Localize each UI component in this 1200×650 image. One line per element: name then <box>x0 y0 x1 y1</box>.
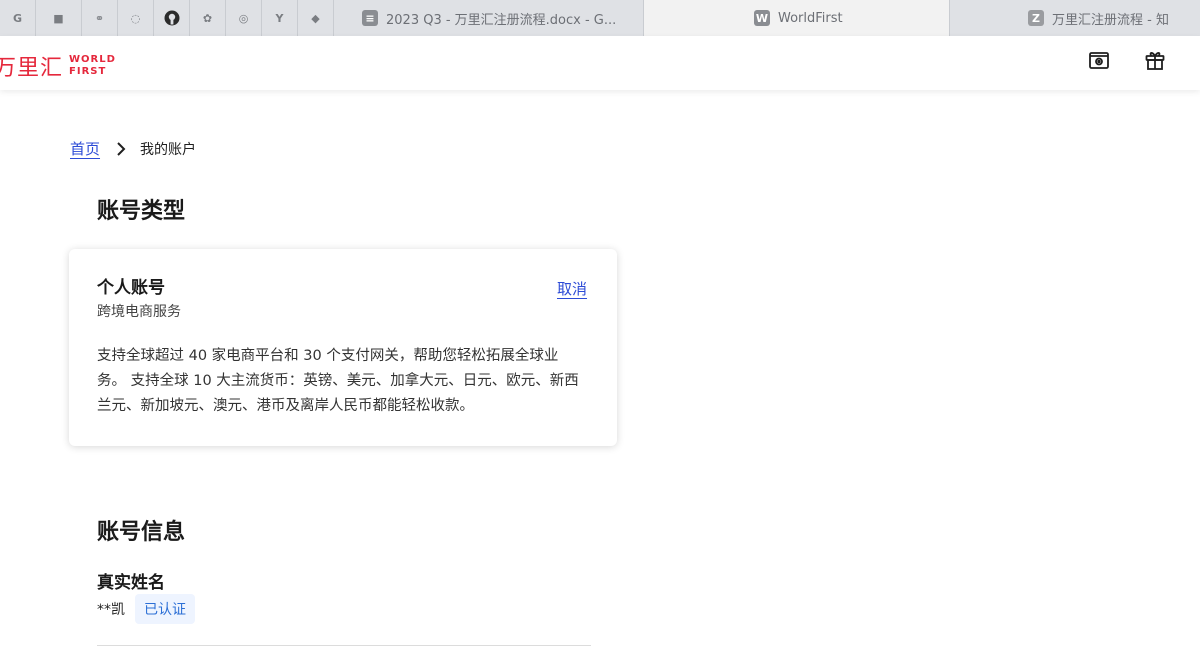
cancel-link[interactable]: 取消 <box>557 278 587 299</box>
account-info-title: 账号信息 <box>97 520 186 545</box>
account-type-card: 个人账号 跨境电商服务 取消 支持全球超过 40 家电商平台和 30 个支付网关… <box>69 249 617 446</box>
baidu-icon: ✿ <box>202 11 213 25</box>
logo-chinese: 万里汇 <box>0 56 64 81</box>
loading-icon: ◌ <box>130 11 141 25</box>
tab-google-docs[interactable]: ≡ 2023 Q3 - 万里汇注册流程.docx - G... <box>334 0 644 36</box>
pinned-tab-y[interactable]: Y <box>262 0 298 36</box>
account-type-title: 账号类型 <box>97 199 186 224</box>
openai-icon: ◎ <box>238 11 249 25</box>
zhihu-icon: Z <box>1028 10 1044 26</box>
real-name-value: **凯 <box>97 602 125 618</box>
wallet-icon <box>1088 49 1110 75</box>
real-name-row: **凯 已认证 <box>97 593 195 625</box>
breadcrumb-home-link[interactable]: 首页 <box>70 138 100 159</box>
logo-english-line1: WORLD <box>69 54 116 65</box>
breadcrumb-current: 我的账户 <box>140 141 197 158</box>
pinned-tab-link[interactable]: ⚭ <box>82 0 118 36</box>
link-icon: ⚭ <box>94 11 105 25</box>
diamond-icon: ◆ <box>311 11 320 25</box>
pinned-tab-diamond[interactable]: ◆ <box>298 0 334 36</box>
tab-worldfirst[interactable]: W WorldFirst <box>644 0 950 36</box>
tab-title: 2023 Q3 - 万里汇注册流程.docx - G... <box>386 12 617 28</box>
account-type-subtitle: 跨境电商服务 <box>97 304 181 320</box>
wallet-button[interactable] <box>1087 50 1111 74</box>
tab-title: WorldFirst <box>778 10 843 26</box>
y-icon: Y <box>275 11 284 25</box>
pinned-tab-google[interactable]: G <box>0 0 36 36</box>
browser-tab-strip: G ■ ⚭ ◌ ✿ ◎ Y ◆ ≡ 2023 Q3 - 万里汇注册流程.docx… <box>0 0 1200 36</box>
chevron-right-icon <box>116 141 126 156</box>
real-name-label: 真实姓名 <box>97 573 165 593</box>
gift-icon <box>1144 49 1166 75</box>
google-icon: G <box>12 11 23 25</box>
logo-english: WORLD FIRST <box>69 54 116 78</box>
site-header: 万里汇 WORLD FIRST <box>0 36 1200 90</box>
breadcrumb: 首页 我的账户 <box>70 138 196 159</box>
pinned-tab-openai[interactable]: ◎ <box>226 0 262 36</box>
verified-badge: 已认证 <box>135 594 195 624</box>
tab-zhihu[interactable]: Z 万里汇注册流程 - 知 <box>950 0 1200 36</box>
account-type-description: 支持全球超过 40 家电商平台和 30 个支付网关，帮助您轻松拓展全球业务。 支… <box>97 348 579 414</box>
account-type-name: 个人账号 <box>97 278 165 298</box>
pinned-tab-baidu[interactable]: ✿ <box>190 0 226 36</box>
tab-title: 万里汇注册流程 - 知 <box>1052 12 1169 28</box>
github-icon <box>164 10 180 26</box>
gift-button[interactable] <box>1143 50 1167 74</box>
worldfirst-logo[interactable]: 万里汇 WORLD FIRST <box>0 50 116 82</box>
divider <box>97 645 591 646</box>
worldfirst-icon: W <box>754 10 770 26</box>
logo-english-line2: FIRST <box>69 66 107 77</box>
pinned-tab-notion[interactable]: ■ <box>36 0 82 36</box>
pinned-tab-loading[interactable]: ◌ <box>118 0 154 36</box>
pinned-tab-github[interactable] <box>154 0 190 36</box>
notion-icon: ■ <box>53 11 64 25</box>
docs-icon: ≡ <box>362 10 378 26</box>
